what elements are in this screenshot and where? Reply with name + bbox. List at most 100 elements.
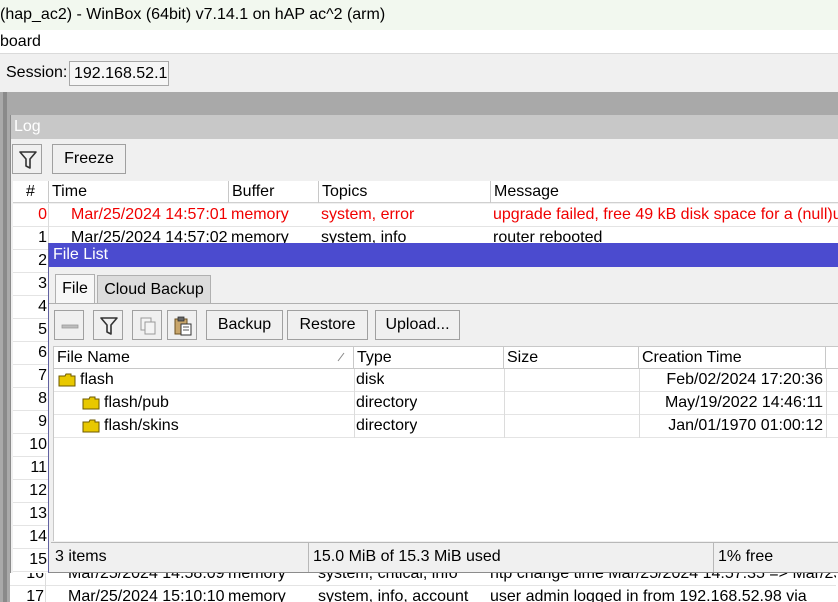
log-message: user admin logged in from 192.168.52.98 …: [490, 588, 807, 602]
tab-cloud-backup[interactable]: Cloud Backup: [97, 275, 211, 303]
log-message: upgrade failed, free 49 kB disk space fo…: [493, 206, 838, 223]
filter-icon: [100, 317, 118, 335]
log-message: ntp change time Mar/25/2024 14:57:35 => …: [490, 573, 836, 582]
table-row[interactable]: flash disk Feb/02/2024 17:20:36: [54, 369, 838, 392]
column-header-buffer[interactable]: Buffer: [229, 181, 319, 203]
menu-item-dashboard[interactable]: board: [0, 33, 41, 51]
file-creation-time: Feb/02/2024 17:20:36: [666, 371, 823, 388]
log-topics: system, critical, info: [318, 573, 458, 582]
restore-button[interactable]: Restore: [287, 310, 368, 340]
row-number: 3: [38, 275, 47, 292]
row-number: 2: [38, 252, 47, 269]
log-buffer: memory: [228, 588, 286, 602]
log-table-header: # Time Buffer Topics Message: [13, 181, 838, 203]
row-number: 0: [38, 206, 47, 223]
log-time: Mar/25/2024 14:57:01: [71, 206, 228, 223]
row-number: 10: [29, 436, 47, 453]
row-number: 11: [30, 459, 47, 476]
filter-icon: [19, 151, 37, 169]
file-creation-time: May/19/2022 14:46:11: [664, 394, 823, 411]
column-divider: [504, 415, 505, 438]
work-area-edge: [3, 92, 7, 602]
column-header-creation-time[interactable]: Creation Time: [639, 347, 826, 369]
column-header-file-name[interactable]: File Name: [54, 347, 354, 369]
column-header-message[interactable]: Message: [491, 181, 838, 203]
log-window-title: Log: [14, 118, 41, 135]
table-row[interactable]: 17 Mar/25/2024 15:10:10 memory system, info…: [10, 586, 836, 602]
column-divider: [354, 392, 355, 415]
file-creation-time: Jan/01/1970 01:00:12: [668, 417, 823, 434]
column-divider: [354, 369, 355, 392]
row-number: 15: [29, 551, 47, 568]
sort-arrow-icon: [337, 352, 345, 362]
row-number: 13: [29, 505, 47, 522]
column-divider: [826, 392, 827, 415]
column-header-time[interactable]: Time: [49, 181, 229, 203]
file-type: directory: [356, 417, 418, 434]
column-header-type[interactable]: Type: [354, 347, 504, 369]
row-number: 5: [38, 321, 47, 338]
log-window-titlebar[interactable]: Log: [11, 115, 838, 139]
column-divider: [354, 415, 355, 438]
paste-icon: [174, 316, 192, 336]
row-number: 14: [29, 528, 47, 545]
tab-file[interactable]: File: [55, 274, 95, 303]
file-name: flash: [80, 371, 114, 388]
copy-icon: [140, 317, 156, 335]
column-divider: [826, 415, 827, 438]
upload-button[interactable]: Upload...: [375, 310, 460, 340]
table-row[interactable]: 16 Mar/25/2024 14:58:09 memory system, crit…: [10, 573, 836, 586]
paste-button[interactable]: [167, 310, 197, 340]
column-divider: [639, 392, 640, 415]
session-field[interactable]: 192.168.52.1: [69, 61, 169, 86]
column-header-topics[interactable]: Topics: [319, 181, 491, 203]
log-topics: system, error: [321, 206, 415, 223]
column-divider: [504, 392, 505, 415]
row-number: 16: [26, 573, 44, 582]
file-name: flash/pub: [104, 394, 169, 411]
folder-icon: [58, 373, 76, 387]
file-list-title: File List: [53, 246, 109, 263]
file-table-body: flash disk Feb/02/2024 17:20:36 flash/pub di…: [53, 369, 838, 541]
remove-button[interactable]: [54, 310, 84, 340]
log-time: Mar/25/2024 15:10:10: [68, 588, 225, 602]
file-name: flash/skins: [104, 417, 179, 434]
file-status-bar: 3 items 15.0 MiB of 15.3 MiB used 1% fre…: [51, 542, 838, 572]
log-buffer: memory: [228, 573, 286, 582]
log-table-body-lower: 16 Mar/25/2024 14:58:09 memory system, crit…: [10, 573, 838, 602]
column-header-number[interactable]: #: [13, 181, 49, 203]
column-divider: [639, 415, 640, 438]
status-disk-usage: 15.0 MiB of 15.3 MiB used: [309, 543, 714, 572]
row-number: 12: [29, 482, 47, 499]
copy-button[interactable]: [132, 310, 162, 340]
column-header-size[interactable]: Size: [504, 347, 639, 369]
file-list-window: File List File Cloud Backup Backup Resto…: [48, 243, 838, 573]
row-number: 8: [38, 390, 47, 407]
file-list-titlebar[interactable]: File List: [49, 243, 838, 267]
row-number: 1: [38, 229, 47, 246]
file-filter-button[interactable]: [93, 310, 123, 340]
file-type: directory: [356, 394, 418, 411]
window-title: (hap_ac2) - WinBox (64bit) v7.14.1 on hA…: [0, 6, 386, 23]
log-filter-button[interactable]: [12, 144, 42, 174]
session-bar: Session: 192.168.52.1: [0, 55, 838, 92]
table-row[interactable]: 0 Mar/25/2024 14:57:01 memory system, error…: [13, 204, 838, 227]
tab-divider: [49, 303, 838, 304]
row-number: 7: [38, 367, 47, 384]
menu-bar: board: [0, 30, 838, 54]
window-titlebar: (hap_ac2) - WinBox (64bit) v7.14.1 on hA…: [0, 0, 838, 30]
column-divider: [826, 369, 827, 392]
table-row[interactable]: flash/skins directory Jan/01/1970 01:00:12: [54, 415, 838, 438]
log-buffer: memory: [231, 206, 289, 223]
row-number: 4: [38, 298, 47, 315]
table-row[interactable]: flash/pub directory May/19/2022 14:46:11: [54, 392, 838, 415]
row-number: 9: [38, 413, 47, 430]
backup-button[interactable]: Backup: [206, 310, 283, 340]
file-table-header: File Name Type Size Creation Time: [53, 346, 838, 369]
status-item-count: 3 items: [51, 543, 309, 572]
file-type: disk: [356, 371, 385, 388]
row-number: 17: [26, 588, 44, 602]
session-label: Session:: [6, 64, 68, 81]
column-divider: [504, 369, 505, 392]
freeze-button[interactable]: Freeze: [52, 144, 126, 174]
